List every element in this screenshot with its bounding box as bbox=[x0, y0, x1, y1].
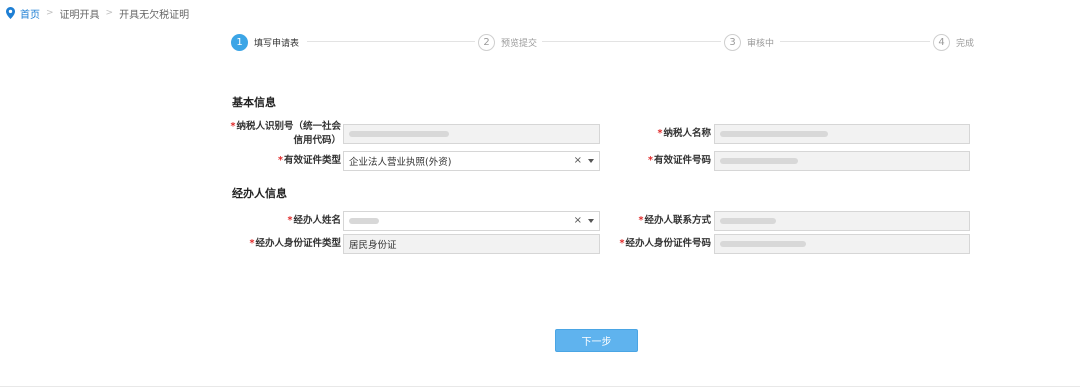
required-mark: * bbox=[287, 215, 293, 226]
agent-contact-field[interactable] bbox=[714, 211, 970, 231]
field-label-text: 纳税人名称 bbox=[663, 128, 711, 139]
step-label: 审核中 bbox=[747, 38, 775, 49]
required-mark: * bbox=[230, 121, 236, 132]
taxpayer-id-field[interactable] bbox=[343, 124, 600, 144]
required-mark: * bbox=[619, 238, 625, 249]
breadcrumb-separator: > bbox=[46, 8, 54, 18]
required-mark: * bbox=[249, 238, 255, 249]
step-label: 填写申请表 bbox=[254, 38, 300, 49]
field-label-text: 有效证件类型 bbox=[283, 155, 341, 166]
step-connector bbox=[542, 41, 721, 42]
step-number: 4 bbox=[933, 33, 950, 51]
agent-name-select[interactable]: × bbox=[343, 211, 600, 231]
select-controls: × bbox=[574, 155, 594, 166]
step-connector bbox=[307, 41, 475, 42]
step-review: 3 审核中 bbox=[724, 33, 774, 51]
step-fill-form: 1 填写申请表 bbox=[231, 33, 299, 51]
field-label-text: 经办人身份证件号码 bbox=[625, 238, 711, 249]
cert-number-field[interactable] bbox=[714, 151, 970, 171]
masked-value bbox=[349, 131, 449, 137]
field-label-taxpayer-name: *纳税人名称 bbox=[600, 127, 711, 141]
masked-value bbox=[720, 158, 798, 164]
field-label-cert-type: *有效证件类型 bbox=[205, 154, 341, 168]
field-label-agent-id-type: *经办人身份证件类型 bbox=[205, 237, 341, 251]
field-label-text: 信用代码） bbox=[293, 135, 341, 146]
section-title-agent: 经办人信息 bbox=[232, 187, 287, 200]
field-label-agent-name: *经办人姓名 bbox=[205, 214, 341, 228]
field-label-cert-number: *有效证件号码 bbox=[600, 154, 711, 168]
taxpayer-name-field[interactable] bbox=[714, 124, 970, 144]
breadcrumb-separator: > bbox=[105, 8, 114, 18]
agent-id-type-field[interactable]: 居民身份证 bbox=[343, 234, 600, 254]
step-label: 预览提交 bbox=[501, 38, 538, 49]
required-mark: * bbox=[638, 215, 644, 226]
cert-type-select[interactable]: 企业法人营业执照(外资) × bbox=[343, 151, 600, 171]
masked-value bbox=[720, 241, 806, 247]
field-value: 居民身份证 bbox=[349, 240, 397, 251]
section-title-basic: 基本信息 bbox=[232, 96, 276, 109]
step-number: 1 bbox=[231, 33, 248, 51]
footer-divider bbox=[0, 386, 1080, 387]
field-label-agent-id-number: *经办人身份证件号码 bbox=[600, 237, 711, 251]
field-label-text: 有效证件号码 bbox=[653, 155, 711, 166]
field-label-agent-contact: *经办人联系方式 bbox=[600, 214, 711, 228]
field-value: 企业法人营业执照(外资) bbox=[349, 157, 452, 168]
breadcrumb-item-cert[interactable]: 证明开具 bbox=[60, 6, 100, 21]
required-mark: * bbox=[278, 155, 283, 166]
breadcrumb-item-current: 开具无欠税证明 bbox=[119, 9, 190, 21]
field-label-text: 经办人联系方式 bbox=[644, 215, 711, 226]
required-mark: * bbox=[648, 155, 653, 166]
step-label: 完成 bbox=[956, 38, 975, 49]
clear-icon[interactable]: × bbox=[574, 215, 582, 226]
required-mark: * bbox=[657, 128, 663, 139]
field-label-text: 经办人姓名 bbox=[293, 215, 341, 226]
breadcrumb-home-link[interactable]: 首页 bbox=[20, 6, 40, 21]
field-label-text: 经办人身份证件类型 bbox=[255, 238, 341, 249]
select-controls: × bbox=[574, 215, 594, 226]
field-label-taxpayer-id: *纳税人识别号（统一社会 信用代码） bbox=[205, 120, 341, 148]
location-pin-icon bbox=[6, 7, 15, 19]
step-complete: 4 完成 bbox=[933, 33, 974, 51]
masked-value bbox=[720, 218, 776, 224]
masked-value bbox=[349, 218, 379, 224]
next-step-button[interactable]: 下一步 bbox=[555, 329, 638, 352]
step-number: 3 bbox=[724, 33, 741, 51]
masked-value bbox=[720, 131, 828, 137]
chevron-down-icon[interactable] bbox=[588, 218, 594, 223]
agent-id-number-field[interactable] bbox=[714, 234, 970, 254]
step-number: 2 bbox=[478, 33, 495, 51]
chevron-down-icon[interactable] bbox=[588, 158, 594, 163]
clear-icon[interactable]: × bbox=[574, 155, 582, 166]
step-preview: 2 预览提交 bbox=[478, 33, 537, 51]
step-connector bbox=[780, 41, 930, 42]
breadcrumb: 首页 > 证明开具 > 开具无欠税证明 bbox=[6, 6, 190, 21]
field-label-text: 纳税人识别号（统一社会 bbox=[236, 121, 341, 132]
page: 首页 > 证明开具 > 开具无欠税证明 1 填写申请表 2 预览提交 3 审核中… bbox=[0, 0, 1080, 390]
